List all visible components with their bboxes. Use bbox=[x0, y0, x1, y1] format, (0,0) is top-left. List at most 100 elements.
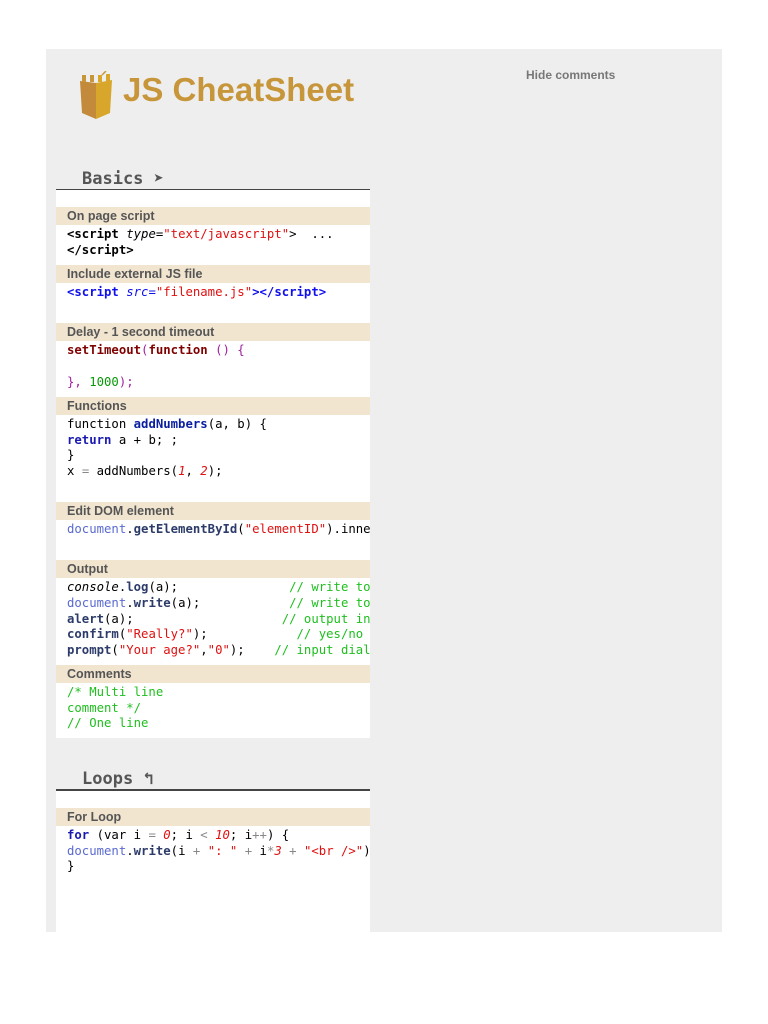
code-line: confirm("Really?"); // yes/no dialog bbox=[67, 627, 370, 643]
code-token: type bbox=[126, 227, 156, 241]
code-token: setTimeout bbox=[67, 343, 142, 358]
card-title: Include external JS file bbox=[56, 265, 370, 284]
code-token: a + b; ; bbox=[111, 432, 179, 447]
section-heading-basics[interactable]: Basics ➤ bbox=[56, 165, 370, 192]
code-token: (a); bbox=[170, 595, 290, 610]
code-token: ); bbox=[363, 843, 370, 858]
code-token: ></script> bbox=[252, 285, 327, 300]
code-token: (i bbox=[170, 843, 193, 858]
code-token: ); bbox=[207, 463, 223, 478]
code-token: document bbox=[67, 843, 127, 858]
code-line: document.write(a); // write to the HTML bbox=[67, 596, 370, 612]
code-line: /* Multi line bbox=[67, 685, 370, 701]
code-token: document bbox=[67, 522, 127, 537]
code-line: for (var i = 0; i < 10; i++) { bbox=[67, 828, 370, 844]
code-line: document.getElementById("elementID").inn… bbox=[67, 522, 370, 538]
code-token: = bbox=[148, 285, 156, 300]
code-token: x bbox=[67, 463, 82, 478]
code-token: } bbox=[67, 859, 75, 874]
code-token: "Really?" bbox=[126, 627, 193, 642]
code-token: comment */ bbox=[67, 700, 142, 715]
card-title: Output bbox=[56, 560, 370, 579]
card-title: Functions bbox=[56, 397, 370, 416]
code-token: , bbox=[200, 642, 208, 657]
code-token: </script> bbox=[67, 242, 134, 257]
code-token: . bbox=[126, 595, 134, 610]
code-token: (a); bbox=[104, 611, 282, 626]
section-title: Loops ↰ bbox=[82, 769, 154, 789]
code-block: console.log (a); // write to the browser … bbox=[56, 578, 370, 665]
code-token: confirm bbox=[67, 627, 119, 642]
code-token: document bbox=[67, 595, 127, 610]
code-token: "elementID" bbox=[244, 522, 327, 537]
code-line: }, 1000); bbox=[67, 375, 370, 391]
code-block: setTimeout(function () { }, 1000); bbox=[56, 341, 370, 397]
code-token: "0" bbox=[207, 642, 230, 657]
code-token: > ... bbox=[289, 227, 334, 241]
logo-icon bbox=[80, 71, 112, 119]
code-token: ++ bbox=[252, 828, 267, 842]
code-token: ); bbox=[118, 374, 134, 389]
code-block: <script src="filename.js"></script> bbox=[56, 283, 370, 323]
code-token: ).innerHTML bbox=[326, 522, 370, 537]
code-token: . bbox=[126, 843, 134, 858]
code-token: = bbox=[148, 828, 156, 842]
code-line: prompt("Your age?","0"); // input dialog bbox=[67, 643, 370, 659]
code-token: // write to the browser console bbox=[289, 580, 370, 595]
code-line: console.log(a); // write to the browser … bbox=[67, 580, 370, 596]
code-token: ( bbox=[111, 642, 119, 657]
code-token: "text/javascript" bbox=[163, 227, 290, 241]
code-token: ( bbox=[237, 522, 245, 537]
code-line: setTimeout(function () { bbox=[67, 343, 370, 359]
code-token: (a, b) { bbox=[207, 417, 267, 432]
code-token: . bbox=[126, 522, 134, 537]
card-title: Edit DOM element bbox=[56, 502, 370, 521]
code-token: (var i bbox=[89, 828, 149, 842]
code-token: addNumbers( bbox=[89, 463, 179, 478]
code-line: </script> bbox=[67, 243, 370, 259]
card-title: Delay - 1 second timeout bbox=[56, 323, 370, 342]
code-token: < bbox=[200, 828, 208, 842]
code-token: , bbox=[185, 463, 201, 478]
code-token: getElementById bbox=[133, 522, 238, 537]
code-line: function addNumbers(a, b) { bbox=[67, 417, 370, 433]
section-title: Basics ➤ bbox=[82, 169, 164, 189]
code-line: <script type="text/javascript"> ... bbox=[67, 227, 370, 243]
code-line: alert(a); // output in an alert box bbox=[67, 612, 370, 628]
code-token: ; i bbox=[170, 828, 201, 842]
hide-comments-link[interactable]: Hide comments bbox=[526, 68, 615, 82]
section-body: For Loop for (var i = 0; i < 10; i++) {do… bbox=[56, 791, 370, 932]
code-block: /* Multi line comment */// One line bbox=[56, 683, 370, 739]
section-heading-loops[interactable]: Loops ↰ bbox=[56, 765, 370, 792]
page-title: JS CheatSheet bbox=[123, 71, 355, 108]
code-token: ); bbox=[229, 642, 275, 657]
code-block: for (var i = 0; i < 10; i++) {document.w… bbox=[56, 826, 370, 881]
card-title: On page script bbox=[56, 207, 370, 225]
code-token: alert bbox=[67, 611, 105, 626]
code-token: // write to the HTML bbox=[289, 595, 370, 610]
code-token: "Your age?" bbox=[118, 642, 201, 657]
card-title: Comments bbox=[56, 665, 370, 684]
code-token: console bbox=[67, 580, 119, 595]
code-block: <script type="text/javascript"> ... </scr… bbox=[56, 225, 370, 265]
code-token: <script bbox=[67, 285, 127, 300]
code-token: } bbox=[67, 448, 75, 463]
code-token: function bbox=[67, 417, 134, 432]
code-line: x = addNumbers(1, 2); bbox=[67, 464, 370, 480]
code-token: i bbox=[252, 843, 267, 858]
code-token: // yes/no dialog bbox=[296, 627, 364, 642]
code-token: log bbox=[126, 580, 149, 595]
page-panel: JS CheatSheet Hide comments Basics ➤ On p… bbox=[46, 49, 722, 932]
code-block: function addNumbers(a, b) {return a + b;… bbox=[56, 415, 370, 502]
code-token: ; i bbox=[229, 828, 253, 842]
code-line: // One line bbox=[67, 716, 370, 732]
code-token: // output in an alert box bbox=[281, 611, 370, 626]
